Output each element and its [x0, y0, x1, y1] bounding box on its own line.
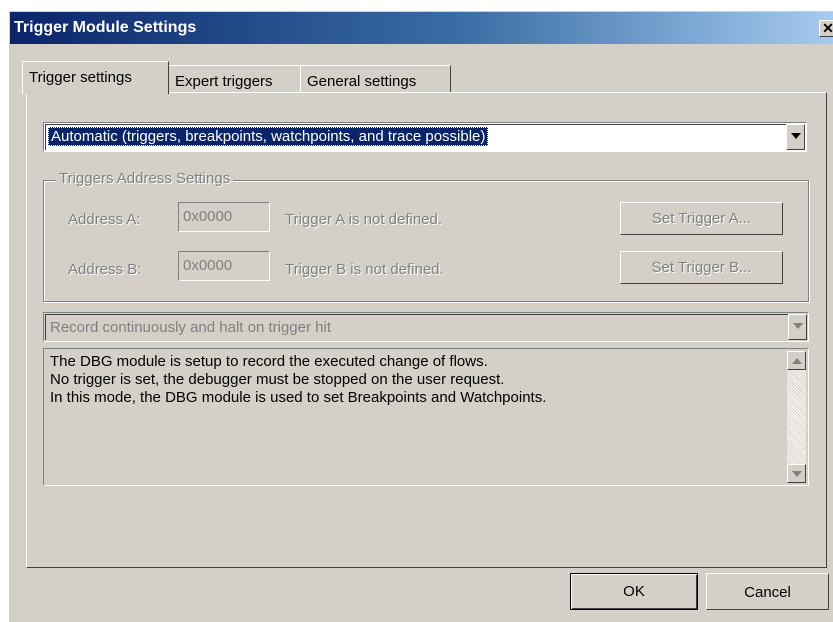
- description-line: The DBG module is setup to record the ex…: [50, 353, 488, 370]
- trigger-mode-select[interactable]: Automatic (triggers, breakpoints, watchp…: [43, 122, 807, 152]
- trigger-a-status: Trigger A is not defined.: [285, 211, 443, 228]
- set-trigger-a-button[interactable]: Set Trigger A...: [620, 202, 783, 235]
- tab-expert-triggers[interactable]: Expert triggers: [168, 65, 301, 93]
- title-bar[interactable]: Trigger Module Settings ✕: [10, 12, 833, 44]
- mode-description[interactable]: The DBG module is setup to record the ex…: [43, 348, 809, 486]
- set-trigger-b-button[interactable]: Set Trigger B...: [620, 251, 783, 284]
- chevron-down-icon: [791, 133, 801, 139]
- tab-label: Trigger settings: [29, 69, 132, 86]
- address-a-value: 0x0000: [183, 208, 233, 225]
- tab-label: General settings: [307, 73, 417, 90]
- tab-trigger-settings[interactable]: Trigger settings: [22, 61, 169, 94]
- cancel-button[interactable]: Cancel: [706, 573, 829, 610]
- scroll-down-icon: [792, 471, 802, 477]
- vertical-scrollbar[interactable]: [787, 351, 806, 483]
- button-label: Set Trigger B...: [651, 259, 752, 276]
- close-button[interactable]: ✕: [819, 20, 833, 37]
- close-icon: ✕: [822, 20, 833, 36]
- description-line: In this mode, the DBG module is used to …: [50, 389, 547, 406]
- address-b-label: Address B:: [68, 261, 142, 278]
- trigger-b-status: Trigger B is not defined.: [285, 261, 444, 278]
- address-b-value: 0x0000: [183, 257, 233, 274]
- trigger-mode-value: Automatic (triggers, breakpoints, watchp…: [48, 127, 489, 146]
- record-mode-select[interactable]: Record continuously and halt on trigger …: [43, 312, 809, 342]
- ok-button[interactable]: OK: [570, 573, 698, 610]
- button-label: OK: [623, 583, 645, 600]
- address-b-field[interactable]: 0x0000: [178, 251, 270, 281]
- tab-general-settings[interactable]: General settings: [300, 65, 451, 93]
- record-mode-value: Record continuously and halt on trigger …: [50, 319, 332, 336]
- scroll-up-button[interactable]: [787, 351, 806, 370]
- address-a-label: Address A:: [68, 211, 141, 228]
- record-mode-dropdown-button[interactable]: [788, 314, 807, 340]
- button-label: Cancel: [744, 584, 791, 601]
- scroll-up-icon: [792, 358, 802, 364]
- window-title: Trigger Module Settings: [14, 19, 197, 36]
- combo-field: Automatic (triggers, breakpoints, watchp…: [45, 124, 805, 150]
- button-label: Set Trigger A...: [651, 210, 752, 227]
- description-line: No trigger is set, the debugger must be …: [50, 371, 505, 388]
- tab-label: Expert triggers: [175, 73, 273, 90]
- group-legend: Triggers Address Settings: [56, 170, 234, 187]
- trigger-mode-dropdown-button[interactable]: [786, 124, 805, 150]
- address-a-field[interactable]: 0x0000: [178, 202, 270, 232]
- chevron-down-icon: [793, 323, 803, 329]
- combo-field: Record continuously and halt on trigger …: [45, 314, 807, 340]
- scroll-down-button[interactable]: [787, 464, 806, 483]
